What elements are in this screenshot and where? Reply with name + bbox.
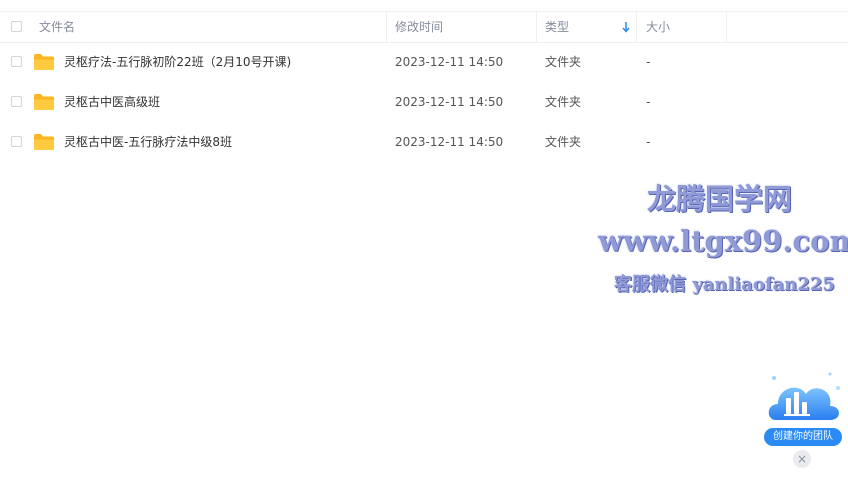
table-row[interactable]: 灵枢古中医-五行脉疗法中级8班 2023-12-11 14:50 文件夹 -	[0, 122, 848, 162]
watermark-contact: 客服微信 yanliaofan225	[614, 274, 835, 295]
folder-icon	[34, 134, 54, 150]
watermark-url: www.ltgx99.com	[598, 224, 848, 258]
table-row[interactable]: 灵枢疗法-五行脉初阶22班（2月10号开课) 2023-12-11 14:50 …	[0, 42, 848, 82]
close-icon[interactable]: ×	[793, 450, 811, 468]
file-list-header: 文件名 修改时间 类型 大小	[0, 11, 848, 43]
column-divider[interactable]	[536, 12, 537, 42]
create-team-promo[interactable]: 创建你的团队	[762, 368, 846, 448]
row-checkbox[interactable]	[11, 96, 22, 107]
file-type: 文件夹	[545, 95, 582, 109]
row-checkbox[interactable]	[11, 136, 22, 147]
file-name-link[interactable]: 灵枢古中医-五行脉疗法中级8班	[64, 122, 232, 162]
modified-time: 2023-12-11 14:50	[395, 55, 504, 69]
file-size: -	[646, 135, 651, 149]
table-row[interactable]: 灵枢古中医高级班 2023-12-11 14:50 文件夹 -	[0, 82, 848, 122]
file-name-link[interactable]: 灵枢古中医高级班	[64, 82, 160, 122]
folder-icon	[34, 94, 54, 110]
arrow-down-icon[interactable]	[622, 21, 630, 33]
column-header-name[interactable]: 文件名	[39, 12, 75, 42]
file-type: 文件夹	[545, 135, 582, 149]
row-checkbox[interactable]	[11, 56, 22, 67]
column-header-modified[interactable]: 修改时间	[395, 12, 443, 42]
file-size: -	[646, 95, 651, 109]
watermark-title: 龙腾国学网	[646, 182, 792, 216]
column-divider[interactable]	[726, 12, 727, 42]
select-all-checkbox[interactable]	[11, 21, 22, 32]
modified-time: 2023-12-11 14:50	[395, 95, 504, 109]
column-divider[interactable]	[386, 12, 387, 42]
file-type: 文件夹	[545, 55, 582, 69]
column-header-type[interactable]: 类型	[545, 12, 569, 42]
column-header-size[interactable]: 大小	[646, 12, 670, 42]
file-size: -	[646, 55, 651, 69]
team-cloud-icon[interactable]	[762, 368, 846, 430]
file-name-link[interactable]: 灵枢疗法-五行脉初阶22班（2月10号开课)	[64, 42, 291, 82]
modified-time: 2023-12-11 14:50	[395, 135, 504, 149]
column-divider[interactable]	[636, 12, 637, 42]
create-team-label[interactable]: 创建你的团队	[764, 428, 842, 446]
folder-icon	[34, 54, 54, 70]
